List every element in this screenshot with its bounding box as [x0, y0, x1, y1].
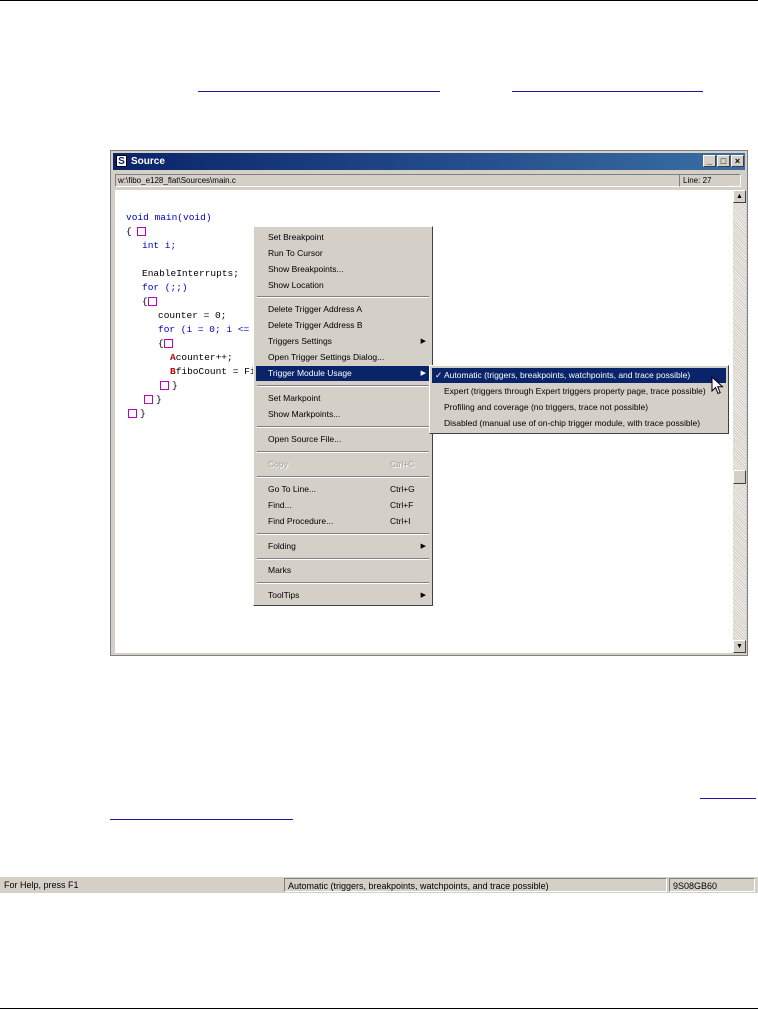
submenu-arrow-icon: ▶ [420, 370, 426, 377]
menu-separator [257, 451, 429, 453]
code-line: for (;;) [142, 282, 188, 293]
window-title: Source [131, 156, 165, 167]
submenu-arrow-icon: ▶ [420, 338, 426, 345]
menu-separator [257, 426, 429, 428]
vertical-scrollbar[interactable]: ▲ ▼ [733, 190, 746, 653]
code-line: } [128, 408, 146, 420]
menu-item-trigger-module-usage[interactable]: Trigger Module Usage ▶ [256, 366, 430, 381]
submenu-item-expert[interactable]: Expert (triggers through Expert triggers… [432, 384, 726, 399]
code-line: } [144, 394, 162, 406]
submenu-arrow-icon: ▶ [420, 592, 426, 599]
mouse-pointer-icon [711, 376, 724, 395]
submenu-item-profiling[interactable]: Profiling and coverage (no triggers, tra… [432, 400, 726, 415]
menu-item-marks[interactable]: Marks [256, 563, 430, 578]
code-line: } [160, 380, 178, 392]
file-path-field: w:\fibo_e128_flat\Sources\main.c [115, 174, 680, 187]
code-line: { [142, 296, 160, 308]
menu-item-delete-trigger-b[interactable]: Delete Trigger Address B [256, 318, 430, 333]
status-bar: For Help, press F1 Automatic (triggers, … [0, 877, 758, 893]
minimize-button[interactable]: _ [703, 155, 716, 167]
page-bottom-rule [0, 1008, 758, 1009]
code-line: Acounter++; [170, 352, 233, 363]
title-bar[interactable]: S Source _ □ × [113, 153, 745, 170]
code-line: for (i = 0; i <= [158, 324, 255, 335]
menu-item-show-markpoints[interactable]: Show Markpoints... [256, 407, 430, 422]
fold-marker-icon[interactable] [160, 380, 169, 390]
code-line: { [158, 338, 176, 350]
status-help-text: For Help, press F1 [4, 880, 79, 890]
menu-item-triggers-settings[interactable]: Triggers Settings ▶ [256, 334, 430, 349]
trigger-module-usage-submenu: ✓ Automatic (triggers, breakpoints, watch… [429, 365, 729, 434]
menu-separator [257, 296, 429, 298]
line-indicator: Line: 27 [679, 174, 741, 187]
submenu-arrow-icon: ▶ [420, 543, 426, 550]
menu-item-set-breakpoint[interactable]: Set Breakpoint [256, 230, 430, 245]
document-link-2[interactable] [512, 91, 703, 92]
document-link-4[interactable] [110, 819, 293, 820]
scroll-up-icon[interactable]: ▲ [733, 190, 746, 203]
code-line: void main(void) [126, 212, 212, 223]
menu-separator [257, 582, 429, 584]
document-link-1[interactable] [198, 91, 440, 92]
code-line: BfiboCount = Fil [170, 366, 262, 377]
menu-separator [257, 533, 429, 535]
scroll-down-icon[interactable]: ▼ [733, 640, 746, 653]
fold-marker-icon[interactable] [147, 296, 157, 306]
submenu-item-automatic[interactable]: ✓ Automatic (triggers, breakpoints, watch… [432, 368, 726, 383]
code-line: EnableInterrupts; [142, 268, 239, 279]
menu-item-set-markpoint[interactable]: Set Markpoint [256, 391, 430, 406]
menu-separator [257, 558, 429, 560]
context-menu: Set Breakpoint Run To Cursor Show Breakp… [253, 226, 433, 606]
menu-separator [257, 385, 429, 387]
scroll-thumb[interactable] [733, 470, 746, 484]
menu-item-go-to-line[interactable]: Go To Line... Ctrl+G [256, 482, 430, 497]
menu-item-show-location[interactable]: Show Location [256, 278, 430, 293]
menu-item-run-to-cursor[interactable]: Run To Cursor [256, 246, 430, 261]
maximize-button[interactable]: □ [717, 155, 730, 167]
menu-item-copy: Copy Ctrl+C [268, 459, 415, 469]
menu-separator [257, 476, 429, 478]
code-line: counter = 0; [158, 310, 227, 321]
source-window-icon: S [116, 155, 127, 167]
menu-item-open-trigger-settings[interactable]: Open Trigger Settings Dialog... [256, 350, 430, 365]
fold-marker-icon[interactable] [163, 338, 173, 348]
menu-item-show-breakpoints[interactable]: Show Breakpoints... [256, 262, 430, 277]
submenu-item-disabled[interactable]: Disabled (manual use of on-chip trigger … [432, 416, 726, 431]
menu-item-folding[interactable]: Folding ▶ [256, 539, 430, 554]
close-button[interactable]: × [731, 155, 744, 167]
menu-item-find[interactable]: Find... Ctrl+F [256, 498, 430, 513]
fold-marker-icon[interactable] [144, 394, 153, 404]
menu-item-tooltips[interactable]: ToolTips ▶ [256, 588, 430, 603]
code-line: { [126, 226, 149, 238]
status-device-text: 9S08GB60 [669, 878, 755, 892]
check-icon: ✓ [435, 370, 443, 380]
menu-item-find-procedure[interactable]: Find Procedure... Ctrl+I [256, 514, 430, 529]
menu-item-delete-trigger-a[interactable]: Delete Trigger Address A [256, 302, 430, 317]
fold-marker-icon[interactable] [137, 226, 147, 236]
code-line: int i; [142, 240, 177, 251]
status-mode-text: Automatic (triggers, breakpoints, watchp… [284, 878, 667, 892]
fold-marker-icon[interactable] [128, 408, 137, 418]
document-link-3[interactable] [700, 798, 756, 799]
page-top-rule [0, 0, 758, 1]
menu-item-open-source-file[interactable]: Open Source File... [256, 432, 430, 447]
